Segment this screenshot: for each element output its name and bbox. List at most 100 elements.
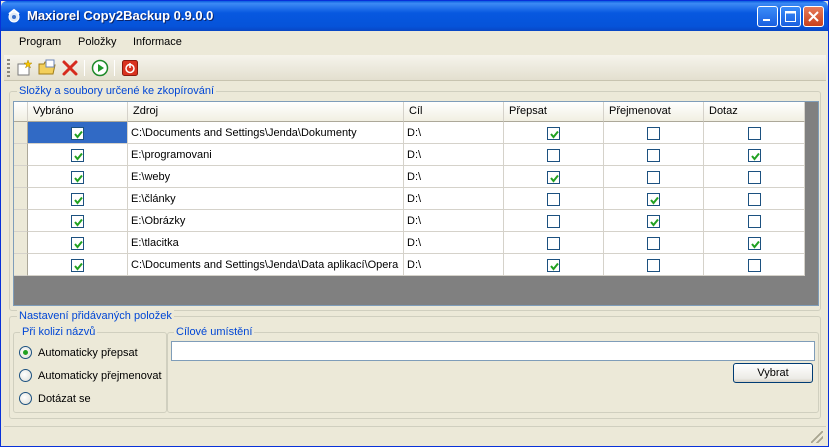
checkbox[interactable] <box>647 237 660 250</box>
cell-source[interactable]: C:\Documents and Settings\Jenda\Dokument… <box>128 122 404 144</box>
cell-source[interactable]: E:\články <box>128 188 404 210</box>
menu-program[interactable]: Program <box>19 36 61 48</box>
radio-ask-label[interactable]: Dotázat se <box>38 393 91 405</box>
checkbox[interactable] <box>547 237 560 250</box>
row-header[interactable] <box>14 144 28 166</box>
row-header[interactable] <box>14 166 28 188</box>
checkbox[interactable] <box>647 193 660 206</box>
table-row[interactable]: E:\tlacitka D:\ <box>14 232 805 254</box>
checkbox[interactable] <box>547 193 560 206</box>
checkbox[interactable] <box>71 215 84 228</box>
cell-source[interactable]: E:\tlacitka <box>128 232 404 254</box>
row-header[interactable] <box>14 232 28 254</box>
browse-button[interactable]: Vybrat <box>733 363 813 383</box>
row-header[interactable] <box>14 254 28 276</box>
cell-target[interactable]: D:\ <box>404 210 504 232</box>
table-row[interactable]: C:\Documents and Settings\Jenda\Data apl… <box>14 254 805 276</box>
close-button[interactable] <box>803 6 824 27</box>
checkbox[interactable] <box>748 171 761 184</box>
radio-ask[interactable] <box>19 392 32 405</box>
toolbar-grip[interactable] <box>7 59 10 77</box>
cell-source[interactable]: E:\programovani <box>128 144 404 166</box>
toolbar-separator <box>84 60 85 76</box>
column-rename[interactable]: Přejmenovat <box>604 102 704 122</box>
table-row[interactable]: E:\články D:\ <box>14 188 805 210</box>
cell-selected <box>28 254 128 276</box>
table-row[interactable]: C:\Documents and Settings\Jenda\Dokument… <box>14 122 805 144</box>
checkbox[interactable] <box>647 149 660 162</box>
checkbox[interactable] <box>547 171 560 184</box>
checkmark-icon <box>74 196 83 205</box>
checkbox[interactable] <box>71 259 84 272</box>
cell-overwrite <box>504 188 604 210</box>
cell-ask <box>704 188 805 210</box>
column-overwrite[interactable]: Přepsat <box>504 102 604 122</box>
checkbox[interactable] <box>71 149 84 162</box>
checkbox[interactable] <box>547 127 560 140</box>
checkmark-icon <box>74 240 83 249</box>
checkbox[interactable] <box>647 215 660 228</box>
title-bar[interactable]: Maxiorel Copy2Backup 0.9.0.0 <box>1 1 828 31</box>
table-row[interactable]: E:\weby D:\ <box>14 166 805 188</box>
cell-source[interactable]: C:\Documents and Settings\Jenda\Data apl… <box>128 254 404 276</box>
checkbox[interactable] <box>748 193 761 206</box>
radio-selected-dot <box>23 350 28 355</box>
checkbox[interactable] <box>71 127 84 140</box>
checkbox[interactable] <box>71 237 84 250</box>
checkbox[interactable] <box>748 237 761 250</box>
radio-rename-label[interactable]: Automaticky přejmenovat <box>38 370 162 382</box>
radio-overwrite[interactable] <box>19 346 32 359</box>
checkbox[interactable] <box>748 127 761 140</box>
cell-overwrite <box>504 144 604 166</box>
new-item-icon[interactable] <box>16 59 34 77</box>
checkbox[interactable] <box>748 149 761 162</box>
checkbox[interactable] <box>71 193 84 206</box>
power-icon[interactable] <box>121 59 139 77</box>
open-folder-icon[interactable] <box>38 59 56 77</box>
cell-target[interactable]: D:\ <box>404 254 504 276</box>
column-selected[interactable]: Vybráno <box>28 102 128 122</box>
row-header[interactable] <box>14 188 28 210</box>
checkbox[interactable] <box>647 127 660 140</box>
column-ask[interactable]: Dotaz <box>704 102 805 122</box>
table-row[interactable]: E:\programovani D:\ <box>14 144 805 166</box>
checkmark-icon <box>751 152 760 161</box>
cell-rename <box>604 166 704 188</box>
checkbox[interactable] <box>748 215 761 228</box>
checkbox[interactable] <box>71 171 84 184</box>
files-grid[interactable]: Vybráno Zdroj Cíl Přepsat Přejmenovat Do… <box>13 101 819 306</box>
row-header[interactable] <box>14 122 28 144</box>
menu-info[interactable]: Informace <box>133 36 182 48</box>
cell-target[interactable]: D:\ <box>404 232 504 254</box>
checkmark-icon <box>550 130 559 139</box>
run-icon[interactable] <box>91 59 109 77</box>
checkbox[interactable] <box>647 259 660 272</box>
maximize-button[interactable] <box>780 6 801 27</box>
radio-overwrite-label[interactable]: Automaticky přepsat <box>38 347 138 359</box>
column-source[interactable]: Zdroj <box>128 102 404 122</box>
radio-rename[interactable] <box>19 369 32 382</box>
checkbox[interactable] <box>547 215 560 228</box>
checkbox[interactable] <box>547 149 560 162</box>
cell-source[interactable]: E:\Obrázky <box>128 210 404 232</box>
cell-source[interactable]: E:\weby <box>128 166 404 188</box>
destination-input[interactable] <box>171 341 815 361</box>
checkmark-icon <box>74 218 83 227</box>
row-header[interactable] <box>14 210 28 232</box>
header-corner <box>14 102 28 122</box>
cell-target[interactable]: D:\ <box>404 122 504 144</box>
cell-target[interactable]: D:\ <box>404 166 504 188</box>
delete-icon[interactable] <box>61 59 79 77</box>
checkbox[interactable] <box>748 259 761 272</box>
checkbox[interactable] <box>547 259 560 272</box>
cell-overwrite <box>504 210 604 232</box>
cell-target[interactable]: D:\ <box>404 188 504 210</box>
table-row[interactable]: E:\Obrázky D:\ <box>14 210 805 232</box>
cell-target[interactable]: D:\ <box>404 144 504 166</box>
cell-overwrite <box>504 122 604 144</box>
menu-items[interactable]: Položky <box>78 36 117 48</box>
resize-grip[interactable] <box>811 431 823 443</box>
column-target[interactable]: Cíl <box>404 102 504 122</box>
checkbox[interactable] <box>647 171 660 184</box>
minimize-button[interactable] <box>757 6 778 27</box>
